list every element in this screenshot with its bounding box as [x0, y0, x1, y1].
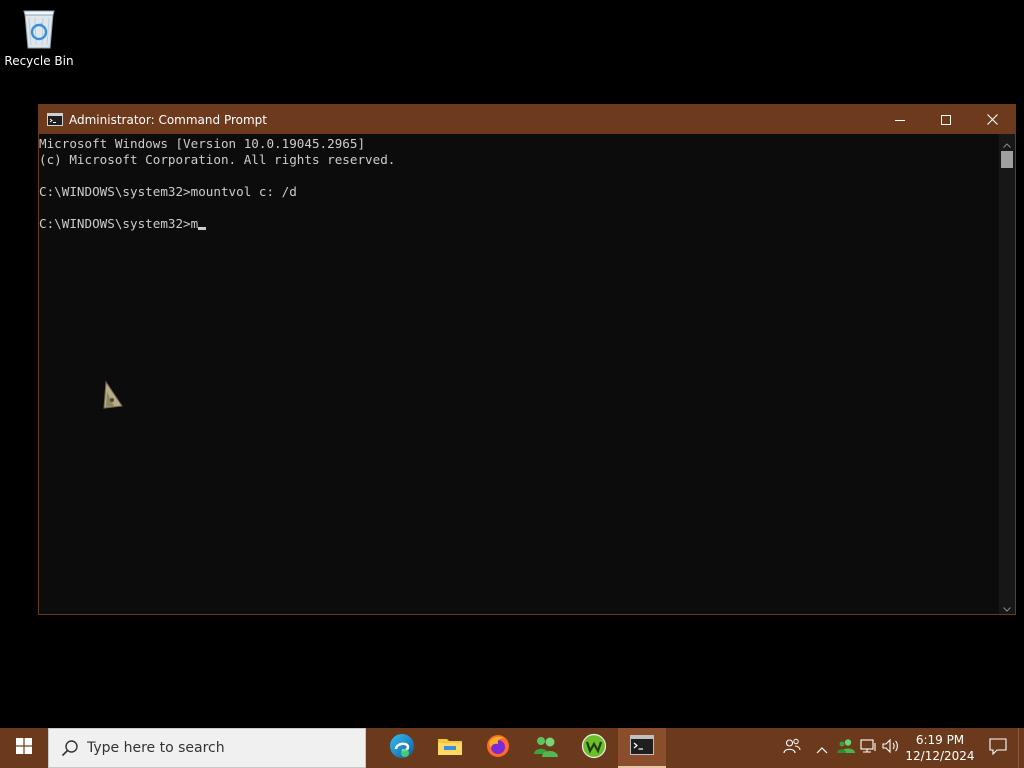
search-icon — [61, 739, 79, 757]
vertical-scrollbar[interactable] — [999, 134, 1015, 614]
users-icon — [532, 734, 560, 762]
title-bar[interactable]: Administrator: Command Prompt — [39, 105, 1015, 134]
minimize-button[interactable] — [877, 105, 923, 134]
console-line: Microsoft Windows [Version 10.0.19045.29… — [39, 136, 366, 151]
taskbar-clock[interactable]: 6:19 PM 12/12/2024 — [902, 728, 978, 768]
window-title: Administrator: Command Prompt — [69, 112, 267, 127]
command-prompt-window[interactable]: Administrator: Command Prompt Microsoft … — [38, 104, 1016, 615]
taskbar: Type here to search 6:19 PM 12/12/2024 — [0, 728, 1024, 768]
console-line: (c) Microsoft Corporation. All rights re… — [39, 152, 396, 167]
clock-date: 12/12/2024 — [905, 749, 975, 763]
minimize-icon — [895, 110, 905, 129]
recycle-bin-icon — [19, 6, 59, 50]
mouse-pointer-icon — [100, 380, 126, 410]
desktop-icon-recycle-bin[interactable]: Recycle Bin — [4, 6, 74, 76]
people-button[interactable] — [774, 728, 810, 768]
people-icon — [783, 737, 801, 759]
chevron-up-icon — [1003, 133, 1011, 152]
maximize-icon — [941, 110, 951, 129]
taskbar-apps — [378, 728, 666, 768]
close-button[interactable] — [969, 105, 1015, 134]
start-button[interactable] — [0, 728, 48, 768]
desktop-icon-label: Recycle Bin — [4, 54, 74, 68]
users-icon — [837, 738, 855, 758]
maximize-button[interactable] — [923, 105, 969, 134]
file-explorer-icon — [437, 735, 463, 761]
action-center-button[interactable] — [978, 728, 1018, 768]
command-prompt-icon — [630, 735, 654, 759]
windows-logo-icon — [16, 738, 32, 758]
taskbar-app-file-explorer[interactable] — [426, 728, 474, 768]
clock-time: 6:19 PM — [915, 733, 965, 747]
scroll-thumb[interactable] — [1001, 151, 1013, 168]
edge-icon — [389, 733, 415, 763]
taskbar-search-box[interactable]: Type here to search — [48, 728, 366, 768]
scroll-up-button[interactable] — [999, 134, 1015, 150]
console-line: C:\WINDOWS\system32>mountvol c: /d — [39, 184, 297, 199]
taskbar-app-edge[interactable] — [378, 728, 426, 768]
scroll-down-button[interactable] — [999, 598, 1015, 614]
taskbar-app-webroot[interactable] — [570, 728, 618, 768]
taskbar-app-command-prompt[interactable] — [618, 728, 666, 768]
volume-button[interactable] — [880, 728, 902, 768]
chevron-up-icon — [816, 739, 828, 758]
network-button[interactable] — [858, 728, 880, 768]
command-prompt-icon — [47, 113, 63, 126]
close-icon — [986, 110, 998, 129]
desktop: Recycle Bin Administrator: Command Promp… — [0, 0, 1024, 728]
text-cursor — [198, 227, 207, 230]
console-prompt-text: C:\WINDOWS\system32>m — [39, 216, 199, 231]
console-output[interactable]: Microsoft Windows [Version 10.0.19045.29… — [39, 134, 999, 614]
show-desktop-button[interactable] — [1018, 728, 1024, 768]
window-controls — [877, 105, 1015, 134]
webroot-icon — [581, 733, 607, 763]
console-input-line[interactable]: C:\WINDOWS\system32>m — [39, 216, 999, 232]
speaker-icon — [882, 738, 900, 758]
firefox-icon — [485, 733, 511, 763]
show-hidden-icons-button[interactable] — [810, 728, 834, 768]
tray-users-button[interactable] — [834, 728, 858, 768]
system-tray: 6:19 PM 12/12/2024 — [774, 728, 1024, 768]
notification-icon — [989, 737, 1007, 759]
search-placeholder: Type here to search — [87, 740, 225, 756]
chevron-down-icon — [1003, 597, 1011, 616]
network-icon — [860, 738, 878, 758]
taskbar-app-users[interactable] — [522, 728, 570, 768]
taskbar-app-firefox[interactable] — [474, 728, 522, 768]
